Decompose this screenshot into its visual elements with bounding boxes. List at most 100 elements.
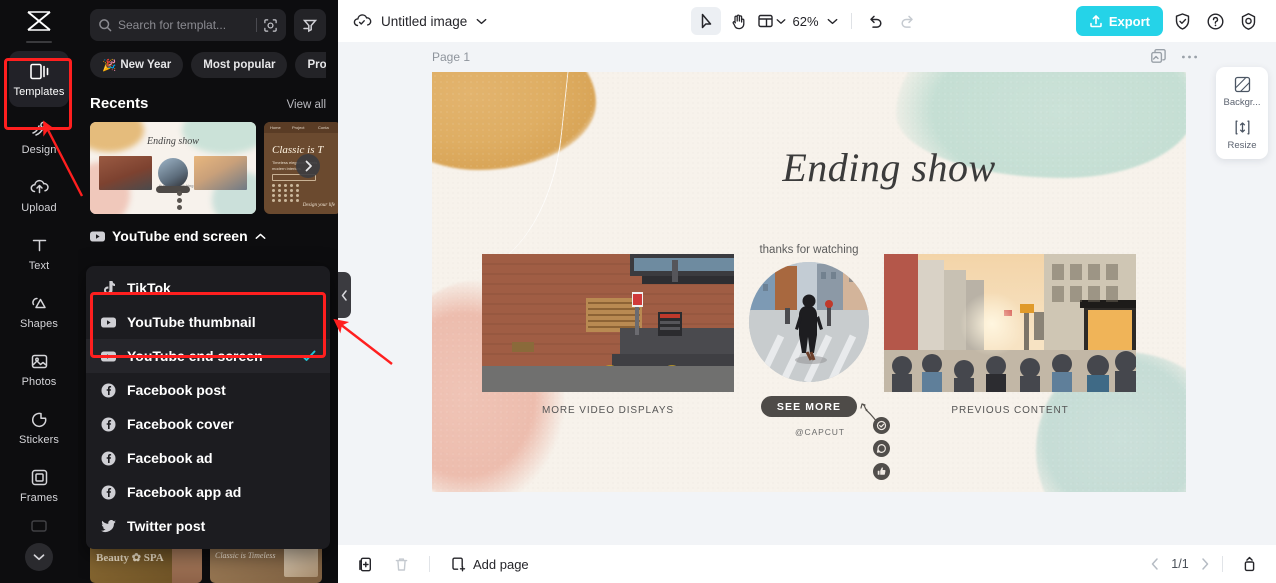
chip-new-year[interactable]: 🎉 New Year (90, 52, 184, 78)
filter-icon (302, 17, 318, 33)
recents-header: Recents View all (90, 95, 326, 112)
redo-button[interactable] (893, 7, 923, 35)
help-icon (1206, 12, 1225, 31)
thumbs-up-icon[interactable] (873, 463, 890, 480)
sidebar-item-frames[interactable]: Frames (9, 457, 69, 513)
cloud-saved-icon (352, 13, 372, 29)
facebook-icon (100, 382, 117, 399)
resize-tool[interactable]: Resize (1216, 118, 1268, 151)
design-title[interactable]: Ending show (432, 144, 1186, 191)
select-tool-button[interactable] (691, 7, 722, 35)
left-rail: Templates Design Upload Text Shapes Phot… (0, 0, 78, 583)
expand-rail-button[interactable] (25, 543, 53, 571)
duplicate-page-button[interactable] (352, 551, 378, 577)
page-label: Page 1 (432, 50, 471, 64)
sidebar-item-upload[interactable]: Upload (9, 167, 69, 223)
recent-template-card[interactable]: Ending show thanks for watching (90, 122, 256, 214)
shapes-icon (28, 292, 50, 314)
design-artboard[interactable]: Ending show thanks for watching MORE VID… (432, 72, 1186, 492)
carousel-next-button[interactable] (296, 154, 320, 178)
sidebar-item-text[interactable]: Text (9, 225, 69, 281)
expand-pages-button[interactable] (1236, 551, 1262, 577)
delete-page-button[interactable] (388, 551, 414, 577)
section-title: Recents (90, 95, 149, 112)
checkmark-badge-icon[interactable] (873, 417, 890, 434)
design-photo-center[interactable] (749, 262, 869, 382)
settings-button[interactable] (1234, 7, 1262, 35)
stickers-icon (28, 408, 50, 430)
background-tool[interactable]: Backgr... (1216, 75, 1268, 108)
sidebar-item-label: Design (21, 144, 57, 156)
sidebar-item-design[interactable]: Design (9, 109, 69, 165)
bottom-divider (429, 556, 430, 572)
preview-footer: Design your life (302, 203, 335, 208)
dropdown-item-facebook-post[interactable]: Facebook post (86, 373, 330, 407)
preview-cta (156, 186, 190, 193)
design-photo-left[interactable] (482, 254, 734, 392)
ending-show-preview: Ending show thanks for watching (90, 122, 256, 214)
youtube-icon (100, 348, 117, 365)
layout-tool-button[interactable] (755, 13, 788, 29)
design-cta-button[interactable]: SEE MORE (761, 396, 857, 417)
more-tools-preview-icon (26, 515, 52, 537)
bottom-toolbar: Add page 1/1 (338, 545, 1276, 583)
view-all-link[interactable]: View all (287, 99, 326, 111)
help-button[interactable] (1201, 7, 1229, 35)
sidebar-item-label: Templates (13, 86, 65, 98)
dropdown-item-label: Facebook post (127, 382, 226, 398)
zoom-chevron-down-icon[interactable] (823, 18, 842, 25)
search-placeholder: Search for templat... (118, 18, 227, 32)
add-page-button[interactable]: Add page (445, 554, 533, 575)
canvas-area[interactable]: Page 1 Ending show thanks for watching M… (338, 42, 1276, 545)
sidebar-item-shapes[interactable]: Shapes (9, 283, 69, 339)
filter-button[interactable] (294, 9, 326, 41)
youtube-icon (100, 314, 117, 331)
chip-most-popular[interactable]: Most popular (191, 52, 288, 78)
search-input[interactable]: Search for templat... (90, 9, 286, 41)
chip-label: Prod (307, 59, 326, 71)
design-photo-right[interactable] (884, 254, 1136, 392)
dropdown-item-youtube-thumbnail[interactable]: YouTube thumbnail (86, 305, 330, 339)
shield-button[interactable] (1168, 7, 1196, 35)
dropdown-item-youtube-end-screen[interactable]: YouTube end screen (86, 339, 330, 373)
more-options-icon[interactable] (1181, 54, 1198, 60)
dropdown-item-label: TikTok (127, 280, 171, 296)
document-name-group[interactable]: Untitled image (352, 13, 487, 29)
capcut-editor: Templates Design Upload Text Shapes Phot… (0, 0, 1276, 583)
panel-collapse-handle[interactable] (338, 272, 351, 318)
hand-icon (730, 13, 747, 30)
prev-page-button[interactable] (1151, 558, 1159, 570)
design-right-caption[interactable]: PREVIOUS CONTENT (884, 405, 1136, 416)
top-toolbar: Untitled image 62% Export (338, 0, 1276, 42)
dropdown-item-facebook-app-ad[interactable]: Facebook app ad (86, 475, 330, 509)
duplicate-page-icon[interactable] (1150, 48, 1167, 65)
sidebar-item-stickers[interactable]: Stickers (9, 399, 69, 455)
dropdown-item-facebook-ad[interactable]: Facebook ad (86, 441, 330, 475)
zoom-level: 62% (792, 13, 819, 29)
undo-button[interactable] (861, 7, 891, 35)
dropdown-item-tiktok[interactable]: TikTok (86, 271, 330, 305)
category-dropdown-trigger[interactable]: YouTube end screen (78, 228, 338, 244)
image-search-icon[interactable] (263, 18, 278, 33)
facebook-icon (100, 484, 117, 501)
upload-icon (28, 176, 50, 198)
search-row: Search for templat... (90, 9, 326, 41)
hand-tool-button[interactable] (723, 7, 753, 35)
design-handle[interactable]: @CAPCUT (795, 427, 845, 437)
design-left-caption[interactable]: MORE VIDEO DISPLAYS (482, 405, 734, 416)
dropdown-item-twitter-post[interactable]: Twitter post (86, 509, 330, 543)
export-button[interactable]: Export (1075, 6, 1163, 36)
add-page-icon (449, 556, 466, 573)
chat-bubble-icon[interactable] (873, 440, 890, 457)
sidebar-item-templates[interactable]: Templates (9, 51, 69, 107)
chip-product[interactable]: Prod (295, 52, 326, 78)
sidebar-item-label: Stickers (19, 434, 59, 446)
dropdown-item-facebook-cover[interactable]: Facebook cover (86, 407, 330, 441)
next-page-button[interactable] (1201, 558, 1209, 570)
sidebar-item-photos[interactable]: Photos (9, 341, 69, 397)
background-icon (1233, 75, 1252, 94)
photos-icon (28, 350, 50, 372)
sidebar-item-label: Shapes (20, 318, 58, 330)
chevron-down-icon[interactable] (476, 18, 487, 25)
page-indicator: 1/1 (1171, 557, 1189, 571)
